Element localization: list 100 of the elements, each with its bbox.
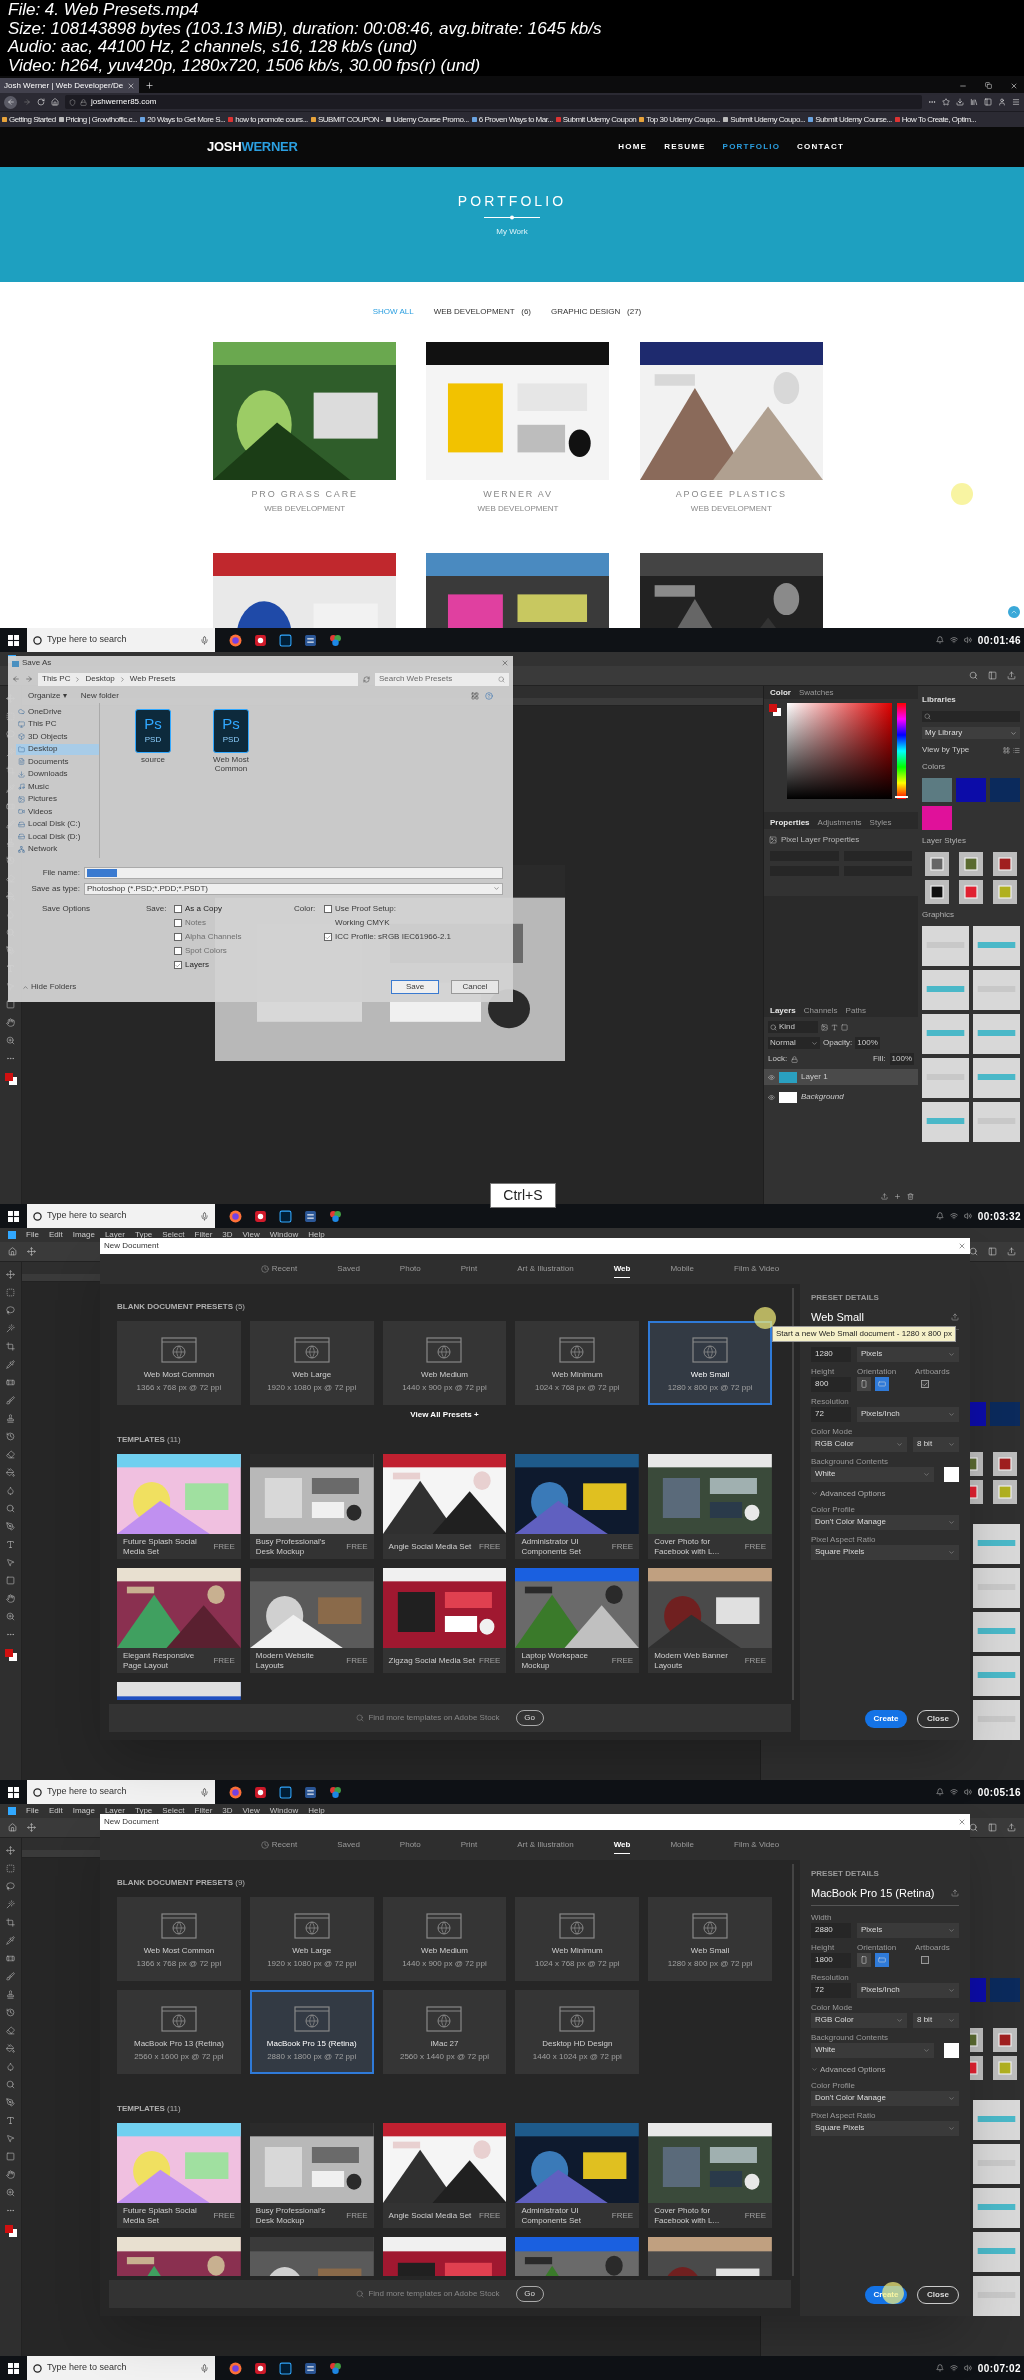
template-card[interactable]: Cover Photo for Facebook with L... FREE xyxy=(648,2123,772,2228)
search-field[interactable]: Search Web Presets xyxy=(375,672,509,686)
panel-tab[interactable]: Layers xyxy=(770,1004,796,1017)
width-field[interactable]: 1280 xyxy=(811,1346,851,1362)
nav-item[interactable]: Network xyxy=(16,843,99,855)
psd-file-icon[interactable]: Ps PSD xyxy=(135,709,171,753)
category-tab[interactable]: Film & Video xyxy=(734,1836,780,1854)
address-bar[interactable]: joshwerner85.com xyxy=(65,95,922,109)
category-tab[interactable]: Saved xyxy=(337,1260,360,1278)
template-card[interactable]: Future Splash Social Media Set FREE xyxy=(117,2123,241,2228)
layer-filter-dropdown[interactable]: Kind xyxy=(768,1021,818,1033)
create-button[interactable]: Create xyxy=(865,1710,907,1728)
panel-tab[interactable]: Adjustments xyxy=(817,816,862,829)
preset-card[interactable]: Web Large 1920 x 1080 px @ 72 ppi xyxy=(249,1897,374,1981)
menu-item[interactable]: Image xyxy=(72,1805,95,1817)
panel-tab[interactable]: Channels xyxy=(803,1004,838,1017)
search-field[interactable]: Type here to search xyxy=(27,628,215,652)
save-button[interactable]: Save xyxy=(391,980,439,994)
psd-file-icon[interactable]: Ps PSD xyxy=(213,709,249,753)
category-tab[interactable]: Art & Illustration xyxy=(517,1260,574,1278)
filter-link[interactable]: GRAPHIC DESIGN (27) xyxy=(551,306,642,318)
template-card[interactable]: Busy Professional's Desk Mockup FREE xyxy=(249,2123,374,2228)
menu-item[interactable]: Window xyxy=(269,1805,299,1817)
nav-item[interactable]: OneDrive xyxy=(16,706,99,718)
nav-item[interactable]: Downloads xyxy=(16,768,99,780)
preset-name-field[interactable]: MacBook Pro 15 (Retina) xyxy=(811,1885,935,1902)
bookmark-item[interactable]: How To Create, Optim... xyxy=(894,113,976,126)
preset-card[interactable]: Web Large 1920 x 1080 px @ 72 ppi xyxy=(249,1321,374,1405)
preset-card[interactable]: MacBook Pro 13 (Retina) 2560 x 1600 px @ 72 ppi xyxy=(117,1990,241,2074)
menu-item[interactable]: Help xyxy=(308,1805,325,1817)
nav-item[interactable]: Desktop xyxy=(16,743,99,755)
opacity-field[interactable]: 100% xyxy=(855,1037,880,1049)
template-card[interactable]: Busy Professional's Desk Mockup FREE xyxy=(249,1454,374,1559)
template-card[interactable]: Future Splash Social Media Set FREE xyxy=(117,1454,241,1559)
nav-item[interactable]: This PC xyxy=(16,718,99,730)
width-field[interactable]: 2880 xyxy=(811,1922,851,1938)
template-card[interactable]: Angle Social Media Set FREE xyxy=(382,1454,507,1559)
category-tab[interactable]: Print xyxy=(460,1836,478,1854)
category-tab[interactable]: Saved xyxy=(337,1836,360,1854)
bit-depth-dropdown[interactable]: 8 bit xyxy=(913,2012,959,2028)
fill-field[interactable]: 100% xyxy=(889,1053,914,1065)
panel-tab[interactable]: Libraries xyxy=(922,694,1020,706)
color-mode-dropdown[interactable]: RGB Color xyxy=(811,2012,907,2028)
layer-row[interactable]: Background xyxy=(764,1089,918,1105)
category-tab[interactable]: Mobile xyxy=(670,1836,694,1854)
unit-dropdown[interactable]: Pixels/Inch xyxy=(857,1406,959,1422)
nav-item[interactable]: Pictures xyxy=(16,793,99,805)
panel-tab[interactable]: Styles xyxy=(869,816,892,829)
advanced-options-toggle[interactable]: Advanced Options xyxy=(811,2063,959,2076)
panel-tab[interactable]: Properties xyxy=(770,816,810,829)
nav-item[interactable]: Documents xyxy=(16,756,99,768)
category-tab[interactable]: Film & Video xyxy=(734,1260,780,1278)
toolbar-button[interactable]: New folder xyxy=(80,689,119,702)
category-tab[interactable]: Photo xyxy=(399,1260,421,1278)
preset-card[interactable]: Web Small 1280 x 800 px @ 72 ppi xyxy=(648,1321,772,1405)
nav-link[interactable]: PORTFOLIO xyxy=(722,141,781,153)
bookmark-item[interactable]: Udemy Course Promo... xyxy=(386,113,469,126)
category-tab[interactable]: Recent xyxy=(260,1260,298,1278)
library-dropdown[interactable]: My Library xyxy=(922,727,1020,739)
menu-item[interactable]: Edit xyxy=(48,1229,63,1241)
category-tab[interactable]: Recent xyxy=(260,1836,298,1854)
template-card[interactable]: Administrator UI Components Set FREE xyxy=(515,2123,640,2228)
menu-item[interactable]: Layer xyxy=(104,1805,125,1817)
menu-item[interactable]: Filter xyxy=(194,1805,213,1817)
unit-dropdown[interactable]: Pixels xyxy=(857,1922,959,1938)
menu-item[interactable]: Edit xyxy=(48,1805,63,1817)
nav-link[interactable]: CONTACT xyxy=(797,141,844,153)
search-field[interactable]: Type here to search xyxy=(27,1780,215,1804)
menu-item[interactable]: File xyxy=(26,1805,39,1817)
breadcrumb-item[interactable]: Desktop xyxy=(85,673,115,685)
preset-card[interactable]: Web Medium 1440 x 900 px @ 72 ppi xyxy=(382,1321,507,1405)
category-tab[interactable]: Print xyxy=(460,1260,478,1278)
template-card[interactable]: Modern Web Banner Layouts FREE xyxy=(648,1568,772,1673)
breadcrumb-item[interactable]: This PC xyxy=(42,673,71,685)
template-card[interactable]: Laptop Workspace Mockup FREE xyxy=(515,1568,640,1673)
height-field[interactable]: 1800 xyxy=(811,1952,851,1968)
nav-item[interactable]: Local Disk (C:) xyxy=(16,818,99,830)
bit-depth-dropdown[interactable]: 8 bit xyxy=(913,1436,959,1452)
search-field[interactable]: Type here to search xyxy=(27,1204,215,1228)
category-tab[interactable]: Web xyxy=(613,1260,631,1278)
blend-mode-dropdown[interactable]: Normal xyxy=(768,1037,820,1049)
category-tab[interactable]: Web xyxy=(613,1836,631,1854)
preset-card[interactable]: Web Minimum 1024 x 768 px @ 72 ppi xyxy=(515,1321,640,1405)
bookmark-item[interactable]: Pricing | Growthoffic.c... xyxy=(58,113,138,126)
view-all-presets-link[interactable]: View All Presets + xyxy=(410,1409,479,1421)
bookmark-item[interactable]: 6 Proven Ways to Mar... xyxy=(471,113,553,126)
color-profile-dropdown[interactable]: Don't Color Manage xyxy=(811,2090,959,2106)
preset-card[interactable]: Web Most Common 1366 x 768 px @ 72 ppi xyxy=(117,1897,241,1981)
bookmark-item[interactable]: how to promote cours... xyxy=(228,113,308,126)
search-field[interactable]: Type here to search xyxy=(27,2356,215,2380)
save-type-dropdown[interactable]: Photoshop (*.PSD;*.PDD;*.PSDT) xyxy=(84,882,503,895)
menu-item[interactable]: 3D xyxy=(222,1229,233,1241)
bookmark-item[interactable]: SUBMIT COUPON - xyxy=(310,113,383,126)
section-header[interactable]: Colors xyxy=(922,761,1020,773)
menu-item[interactable]: Filter xyxy=(194,1229,213,1241)
breadcrumb-item[interactable]: Web Presets xyxy=(129,673,176,685)
filter-link[interactable]: WEB DEVELOPMENT (6) xyxy=(433,306,531,318)
cancel-button[interactable]: Cancel xyxy=(451,980,499,994)
hide-folders-button[interactable]: Hide Folders xyxy=(22,981,77,993)
bookmark-item[interactable]: Top 30 Udemy Coupo... xyxy=(639,113,721,126)
